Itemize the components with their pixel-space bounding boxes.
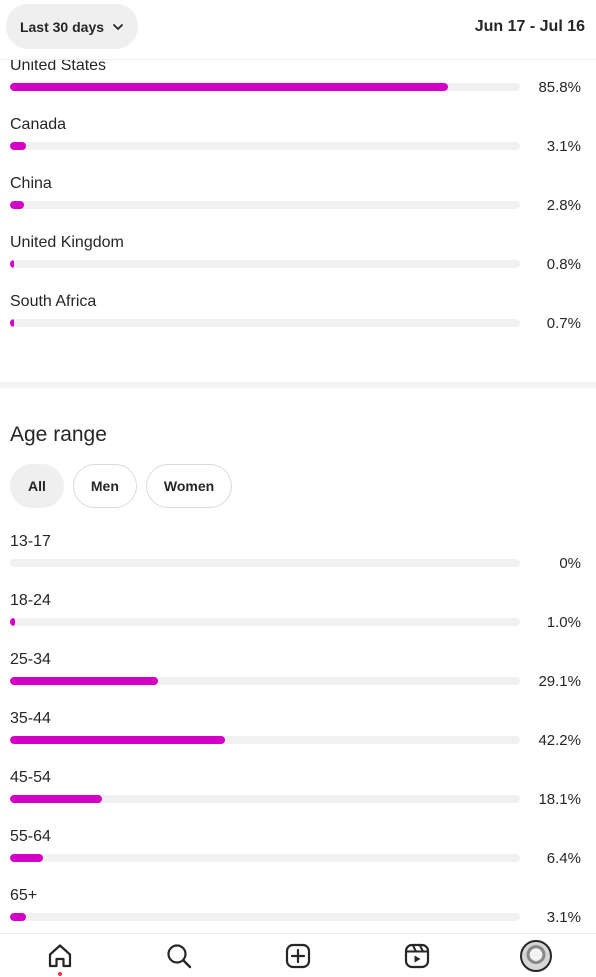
bar-percentage: 0.8% bbox=[546, 256, 581, 273]
create-icon bbox=[285, 943, 311, 968]
bar-label: 13-17 bbox=[10, 533, 51, 550]
bar-track bbox=[10, 142, 520, 150]
date-range-dropdown-label: Last 30 days bbox=[19, 18, 105, 35]
bar-percentage: 6.4% bbox=[546, 850, 581, 867]
bar-fill bbox=[10, 201, 25, 209]
bar-row: South Africa 0.7% bbox=[10, 293, 586, 352]
bar-fill bbox=[10, 854, 43, 862]
bar-percentage: 85.8% bbox=[538, 79, 581, 96]
bar-row: China 2.8% bbox=[10, 175, 586, 234]
nav-create[interactable] bbox=[278, 936, 318, 976]
bar-label: 35-44 bbox=[10, 710, 51, 727]
home-icon bbox=[48, 943, 71, 967]
bar-label: South Africa bbox=[10, 293, 97, 310]
bar-label: China bbox=[10, 175, 52, 192]
bar-fill bbox=[10, 736, 226, 744]
filter-chip-women[interactable]: Women bbox=[145, 464, 233, 508]
filter-chip-men[interactable]: Men bbox=[72, 464, 137, 508]
date-range-dropdown[interactable]: Last 30 days bbox=[6, 4, 138, 49]
bar-track bbox=[10, 559, 520, 567]
bar-percentage: 1.0% bbox=[546, 614, 581, 631]
bar-track bbox=[10, 83, 520, 91]
bar-track bbox=[10, 854, 520, 862]
bar-row: 35-44 42.2% bbox=[10, 710, 586, 769]
bar-track bbox=[10, 913, 520, 921]
bar-label: 65+ bbox=[10, 887, 38, 904]
bar-track bbox=[10, 201, 520, 209]
bar-row: Canada 3.1% bbox=[10, 116, 586, 175]
nav-search[interactable] bbox=[159, 936, 199, 976]
bar-track bbox=[10, 319, 520, 327]
bar-track bbox=[10, 736, 520, 744]
reels-icon bbox=[405, 943, 430, 968]
search-icon bbox=[167, 943, 191, 968]
bar-track bbox=[10, 618, 520, 626]
bar-label: Canada bbox=[10, 116, 67, 133]
nav-profile[interactable] bbox=[516, 936, 556, 976]
bar-percentage: 3.1% bbox=[546, 909, 581, 926]
filter-chip-label: Men bbox=[90, 478, 119, 494]
section-divider bbox=[0, 382, 596, 388]
notification-dot bbox=[57, 971, 62, 976]
bar-track bbox=[10, 795, 520, 803]
bar-track bbox=[10, 260, 520, 268]
gender-filter-chips: All Men Women bbox=[10, 464, 233, 508]
filter-chip-label: Women bbox=[163, 478, 215, 494]
bar-label: United Kingdom bbox=[10, 234, 124, 251]
bar-fill bbox=[10, 677, 159, 685]
filter-chip-label: All bbox=[28, 478, 46, 494]
bar-percentage: 2.8% bbox=[546, 197, 581, 214]
bar-fill bbox=[10, 260, 15, 268]
bar-percentage: 3.1% bbox=[546, 138, 581, 155]
chevron-down-icon bbox=[113, 23, 123, 30]
filter-chip-all[interactable]: All bbox=[10, 464, 64, 508]
bar-fill bbox=[10, 319, 14, 327]
bar-label: 25-34 bbox=[10, 651, 51, 668]
nav-reels[interactable] bbox=[397, 936, 437, 976]
bar-row: 18-24 1.0% bbox=[10, 592, 586, 651]
bar-row: United States 85.8% bbox=[10, 57, 586, 116]
bar-row: United Kingdom 0.8% bbox=[10, 234, 586, 293]
bar-label: 18-24 bbox=[10, 592, 51, 609]
nav-home[interactable] bbox=[40, 936, 80, 976]
bottom-navigation bbox=[0, 933, 596, 977]
bar-row: 13-17 0% bbox=[10, 533, 586, 592]
profile-avatar bbox=[520, 939, 553, 972]
bar-label: 55-64 bbox=[10, 828, 51, 845]
bar-row: 55-64 6.4% bbox=[10, 828, 586, 887]
bar-fill bbox=[10, 618, 16, 626]
date-range-text: Jun 17 - Jul 16 bbox=[474, 18, 585, 35]
bar-percentage: 29.1% bbox=[538, 673, 581, 690]
bar-percentage: 0% bbox=[559, 555, 581, 572]
bar-percentage: 0.7% bbox=[546, 315, 581, 332]
bar-row: 45-54 18.1% bbox=[10, 769, 586, 828]
bar-row: 25-34 29.1% bbox=[10, 651, 586, 710]
bar-fill bbox=[10, 142, 26, 150]
bar-label: 45-54 bbox=[10, 769, 51, 786]
bar-percentage: 18.1% bbox=[538, 791, 581, 808]
age-range-title: Age range bbox=[10, 423, 107, 446]
bar-fill bbox=[10, 913, 26, 921]
bar-fill bbox=[10, 795, 103, 803]
bar-percentage: 42.2% bbox=[538, 732, 581, 749]
top-bar: Last 30 days Jun 17 - Jul 16 bbox=[0, 0, 596, 60]
bar-fill bbox=[10, 83, 448, 91]
bar-track bbox=[10, 677, 520, 685]
